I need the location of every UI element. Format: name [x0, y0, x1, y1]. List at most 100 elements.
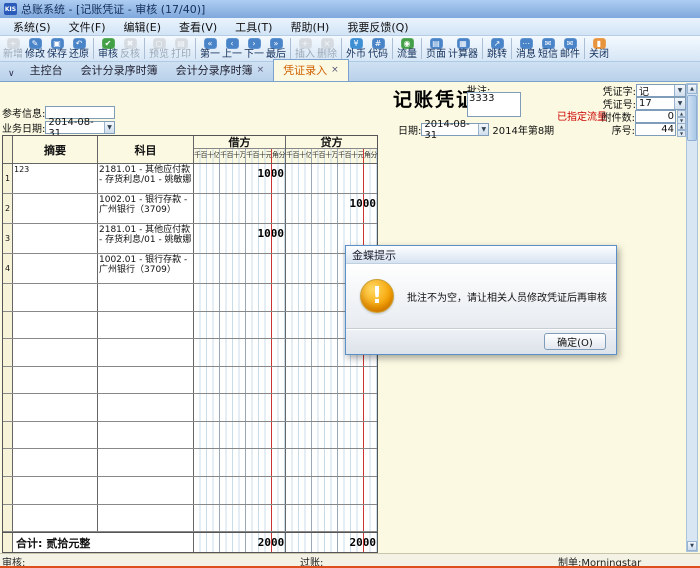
- tab-voucher-entry[interactable]: 凭证录入×: [273, 59, 349, 81]
- account-cell[interactable]: [98, 422, 194, 449]
- account-cell[interactable]: [98, 394, 194, 421]
- menu-item[interactable]: 我要反馈(Q): [338, 18, 417, 36]
- toolbar-button-currency[interactable]: ¥外币: [345, 36, 367, 61]
- annotation-textarea[interactable]: 3333: [467, 92, 521, 117]
- credit-cell[interactable]: [286, 505, 377, 532]
- toolbar-button-save[interactable]: ▣保存: [46, 36, 68, 61]
- toolbar-button-audit[interactable]: ✔审核: [97, 36, 119, 61]
- summary-cell[interactable]: 123: [13, 164, 98, 193]
- date-dropdown[interactable]: 2014-08-31 ▼: [421, 123, 489, 136]
- credit-cell[interactable]: [286, 394, 377, 421]
- empty-row[interactable]: [3, 477, 377, 505]
- account-cell[interactable]: [98, 312, 194, 339]
- account-cell[interactable]: [98, 339, 194, 366]
- toolbar-button-mail[interactable]: ✉邮件: [559, 36, 581, 61]
- menu-item[interactable]: 工具(T): [226, 18, 281, 36]
- summary-cell[interactable]: [13, 449, 98, 476]
- ok-button[interactable]: 确定(O): [544, 333, 606, 350]
- tab-console[interactable]: 主控台: [21, 60, 72, 81]
- chevron-down-icon[interactable]: ▼: [674, 98, 685, 109]
- summary-cell[interactable]: [13, 254, 98, 283]
- chevron-down-icon[interactable]: ▼: [674, 85, 685, 96]
- debit-cell[interactable]: [194, 394, 286, 421]
- debit-cell[interactable]: 1000: [194, 164, 286, 193]
- chevron-down-icon[interactable]: ▼: [478, 124, 488, 135]
- toolbar-button-calculator[interactable]: ▦计算器: [447, 36, 479, 61]
- toolbar-button-restore[interactable]: ↶还原: [68, 36, 90, 61]
- voucher-row[interactable]: 41002.01 - 银行存款 - 广州银行（3709）1000: [3, 254, 377, 284]
- scroll-up-icon[interactable]: ▲: [687, 84, 697, 94]
- summary-cell[interactable]: [13, 312, 98, 339]
- summary-cell[interactable]: [13, 367, 98, 394]
- debit-cell[interactable]: [194, 367, 286, 394]
- account-cell[interactable]: 2181.01 - 其他应付款 - 存货利息/01 - 姚敏娜: [98, 164, 194, 193]
- empty-row[interactable]: [3, 339, 377, 367]
- empty-row[interactable]: [3, 367, 377, 395]
- debit-cell[interactable]: [194, 449, 286, 476]
- toolbar-button-message[interactable]: ⋯消息: [515, 36, 537, 61]
- summary-cell[interactable]: [13, 394, 98, 421]
- summary-cell[interactable]: [13, 505, 98, 532]
- menu-item[interactable]: 文件(F): [60, 18, 115, 36]
- menu-item[interactable]: 查看(V): [170, 18, 226, 36]
- account-cell[interactable]: [98, 367, 194, 394]
- account-cell[interactable]: [98, 505, 194, 532]
- credit-cell[interactable]: [286, 477, 377, 504]
- empty-row[interactable]: [3, 394, 377, 422]
- credit-cell[interactable]: [286, 367, 377, 394]
- toolbar-button-last[interactable]: »最后: [265, 36, 287, 61]
- credit-cell[interactable]: [286, 164, 377, 193]
- summary-cell[interactable]: [13, 284, 98, 311]
- summary-cell[interactable]: [13, 194, 98, 223]
- toolbar-button-edit[interactable]: ✎修改: [24, 36, 46, 61]
- account-cell[interactable]: 1002.01 - 银行存款 - 广州银行（3709）: [98, 254, 194, 283]
- sequence-stepper[interactable]: ▲▼: [677, 123, 686, 136]
- toolbar-button-page[interactable]: ▤页面: [425, 36, 447, 61]
- toolbar-button-sms[interactable]: ✉短信: [537, 36, 559, 61]
- empty-row[interactable]: [3, 422, 377, 450]
- tab-journal-1[interactable]: 会计分录序时簿: [72, 60, 167, 81]
- toolbar-button-next[interactable]: ›下一: [243, 36, 265, 61]
- tab-journal-2[interactable]: 会计分录序时簿×: [167, 60, 274, 81]
- debit-cell[interactable]: [194, 422, 286, 449]
- toolbar-button-previous[interactable]: ‹上一: [221, 36, 243, 61]
- debit-cell[interactable]: [194, 254, 286, 283]
- close-icon[interactable]: ×: [257, 65, 265, 75]
- summary-cell[interactable]: [13, 339, 98, 366]
- bizdate-dropdown[interactable]: 2014-08-31 ▼: [45, 121, 115, 134]
- credit-cell[interactable]: 1000: [286, 194, 377, 223]
- voucher-row[interactable]: 11232181.01 - 其他应付款 - 存货利息/01 - 姚敏娜1000: [3, 164, 377, 194]
- toolbar-button-code[interactable]: #代码: [367, 36, 389, 61]
- empty-row[interactable]: [3, 284, 377, 312]
- toolbar-button-jump[interactable]: ↗跳转: [486, 36, 508, 61]
- close-icon[interactable]: ×: [331, 65, 339, 75]
- empty-row[interactable]: [3, 312, 377, 340]
- toolbar-button-cashflow[interactable]: ◉流量: [396, 36, 418, 61]
- scrollbar-thumb[interactable]: [687, 95, 697, 141]
- voucher-row[interactable]: 32181.01 - 其他应付款 - 存货利息/01 - 姚敏娜1000: [3, 224, 377, 254]
- debit-cell[interactable]: [194, 194, 286, 223]
- account-cell[interactable]: 2181.01 - 其他应付款 - 存货利息/01 - 姚敏娜: [98, 224, 194, 253]
- debit-cell[interactable]: 1000: [194, 224, 286, 253]
- menu-item[interactable]: 帮助(H): [281, 18, 338, 36]
- voucher-row[interactable]: 21002.01 - 银行存款 - 广州银行（3709）1000: [3, 194, 377, 224]
- sequence-field[interactable]: 44: [635, 123, 676, 136]
- credit-cell[interactable]: [286, 449, 377, 476]
- account-cell[interactable]: [98, 449, 194, 476]
- chevron-down-icon[interactable]: ▼: [104, 122, 115, 133]
- empty-row[interactable]: [3, 449, 377, 477]
- account-cell[interactable]: 1002.01 - 银行存款 - 广州银行（3709）: [98, 194, 194, 223]
- dialog-title-bar[interactable]: 金蝶提示: [346, 246, 616, 264]
- vertical-scrollbar[interactable]: ▲ ▼: [686, 83, 698, 552]
- stepper-up-icon[interactable]: ▲: [677, 110, 686, 117]
- toolbar-button-first[interactable]: «第一: [199, 36, 221, 61]
- credit-cell[interactable]: [286, 422, 377, 449]
- summary-cell[interactable]: [13, 477, 98, 504]
- debit-cell[interactable]: [194, 312, 286, 339]
- account-cell[interactable]: [98, 284, 194, 311]
- summary-cell[interactable]: [13, 224, 98, 253]
- debit-cell[interactable]: [194, 477, 286, 504]
- stepper-down-icon[interactable]: ▼: [677, 130, 686, 137]
- toolbar-button-close[interactable]: ▮关闭: [588, 36, 610, 61]
- stepper-up-icon[interactable]: ▲: [677, 123, 686, 130]
